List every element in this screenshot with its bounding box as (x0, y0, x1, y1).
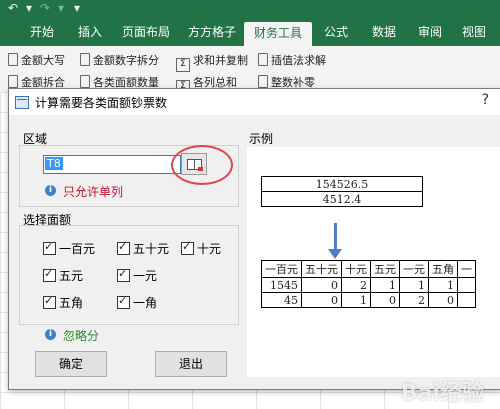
table-cell: 0 (301, 292, 342, 308)
info-icon: i (45, 329, 56, 340)
amount-uppercase-button[interactable]: 金额大写 (8, 52, 65, 68)
chevron-down-icon[interactable]: ▾ (58, 1, 64, 15)
table-header-row: 一百元 五十元 十元 五元 一元 五角 一 (261, 260, 476, 278)
checkbox-box (43, 267, 56, 282)
table-cell: 4512.4 (261, 191, 423, 207)
table-row: 1545 0 2 1 1 1 (261, 277, 476, 293)
exit-button[interactable]: 退出 (155, 351, 227, 377)
customize-icon[interactable]: ▾ (74, 1, 80, 15)
table-cell: 0 (370, 292, 400, 308)
table-header: 一百元 (261, 260, 302, 278)
table-cell: 1 (399, 277, 429, 293)
table-header: 五角 (428, 260, 458, 278)
ribbon-commands: 金额大写 金额数字拆分 Σ 求和并复制 插值法求解 金额拆合 各类面额数量 Σ 各列… (0, 46, 500, 94)
chevron-down-icon[interactable]: ▾ (26, 1, 32, 15)
table-cell: 2 (399, 292, 429, 308)
amount-split-button[interactable]: 金额数字拆分 (80, 52, 159, 68)
example-label: 示例 (249, 132, 274, 146)
help-button[interactable]: ? (482, 92, 489, 108)
info-icon: i (45, 185, 56, 196)
checkbox-box (43, 294, 56, 309)
undo-icon[interactable]: ↶ (8, 1, 18, 15)
sum-copy-button[interactable]: Σ 求和并复制 (176, 52, 248, 72)
table-cell: 45 (261, 292, 302, 308)
table-row: 45 0 1 0 2 0 (261, 292, 476, 308)
checkbox-1-jiao[interactable]: 一角 (117, 294, 157, 311)
table-header: 五元 (370, 260, 400, 278)
example-input-table: 154526.5 4512.4 (261, 176, 423, 207)
table-cell: 1 (370, 277, 400, 293)
table-header: 五十元 (301, 260, 342, 278)
example-panel: 154526.5 4512.4 一百元 五十元 十元 五元 一元 五角 一 15… (247, 147, 500, 377)
tab-data[interactable]: 数据 (370, 24, 398, 46)
tab-formulas[interactable]: 公式 (322, 24, 350, 46)
tab-review[interactable]: 审阅 (416, 24, 444, 46)
document-icon (8, 53, 18, 66)
table-cell (457, 277, 476, 293)
checkbox-1-yuan[interactable]: 一元 (117, 267, 157, 284)
interpolation-button[interactable]: 插值法求解 (258, 52, 326, 68)
tab-page-layout[interactable]: 页面布局 (120, 24, 172, 46)
example-result-table: 一百元 五十元 十元 五元 一元 五角 一 1545 0 2 1 1 1 45 … (261, 260, 476, 308)
table-cell: 1 (341, 292, 371, 308)
table-cell: 1 (428, 277, 458, 293)
table-row: 4512.4 (261, 191, 423, 207)
table-cell (457, 292, 476, 308)
table-cell: 1545 (261, 277, 302, 293)
document-icon (258, 53, 268, 66)
table-header: 一 (457, 260, 476, 278)
checkbox-box (117, 294, 130, 309)
table-cell: 154526.5 (261, 176, 423, 192)
watermark-logo: Bai经验 (400, 381, 484, 406)
dialog-titlebar: 计算需要各类面额钞票数 ? (9, 89, 500, 115)
table-cell: 0 (301, 277, 342, 293)
sigma-icon: Σ (176, 58, 190, 72)
table-row: 154526.5 (261, 176, 423, 192)
single-column-note: 只允许单列 (63, 185, 124, 199)
denomination-dialog: 计算需要各类面额钞票数 ? 区域 T8 i 只允许单列 选择面额 一百元 五十元… (8, 88, 500, 390)
form-icon (15, 96, 29, 109)
tab-insert[interactable]: 插入 (76, 24, 104, 46)
checkbox-100-yuan[interactable]: 一百元 (43, 240, 95, 257)
dialog-title: 计算需要各类面额钞票数 (35, 96, 168, 110)
highlight-circle (171, 145, 233, 185)
ok-button[interactable]: 确定 (35, 351, 107, 377)
checkbox-box (117, 267, 130, 282)
ignore-fen-note: 忽略分 (63, 329, 100, 343)
table-header: 一元 (399, 260, 429, 278)
table-cell: 0 (428, 292, 458, 308)
quick-access-toolbar: ↶ ▾ ↷ ▾ ▾ (0, 0, 500, 18)
table-header: 十元 (341, 260, 371, 278)
checkbox-box (117, 240, 130, 255)
checkbox-10-yuan[interactable]: 十元 (181, 240, 221, 257)
area-input-value: T8 (45, 157, 63, 170)
table-cell: 2 (341, 277, 371, 293)
tab-home[interactable]: 开始 (28, 24, 56, 46)
tab-view[interactable]: 视图 (460, 24, 488, 46)
redo-icon[interactable]: ↷ (40, 1, 50, 15)
ribbon-tabs: 开始 插入 页面布局 方方格子 财务工具 公式 数据 审阅 视图 (0, 18, 500, 46)
checkbox-5-jiao[interactable]: 五角 (43, 294, 83, 311)
document-icon (8, 75, 18, 88)
checkbox-box (181, 240, 194, 255)
arrow-head (328, 249, 342, 259)
document-icon (80, 53, 90, 66)
document-icon (258, 75, 268, 88)
checkbox-5-yuan[interactable]: 五元 (43, 267, 83, 284)
document-icon (80, 75, 90, 88)
checkbox-box (43, 240, 56, 255)
tab-finance-tools[interactable]: 财务工具 (244, 22, 313, 46)
tab-fangfang[interactable]: 方方格子 (186, 24, 238, 46)
area-input[interactable]: T8 (43, 155, 181, 174)
checkbox-50-yuan[interactable]: 五十元 (117, 240, 169, 257)
